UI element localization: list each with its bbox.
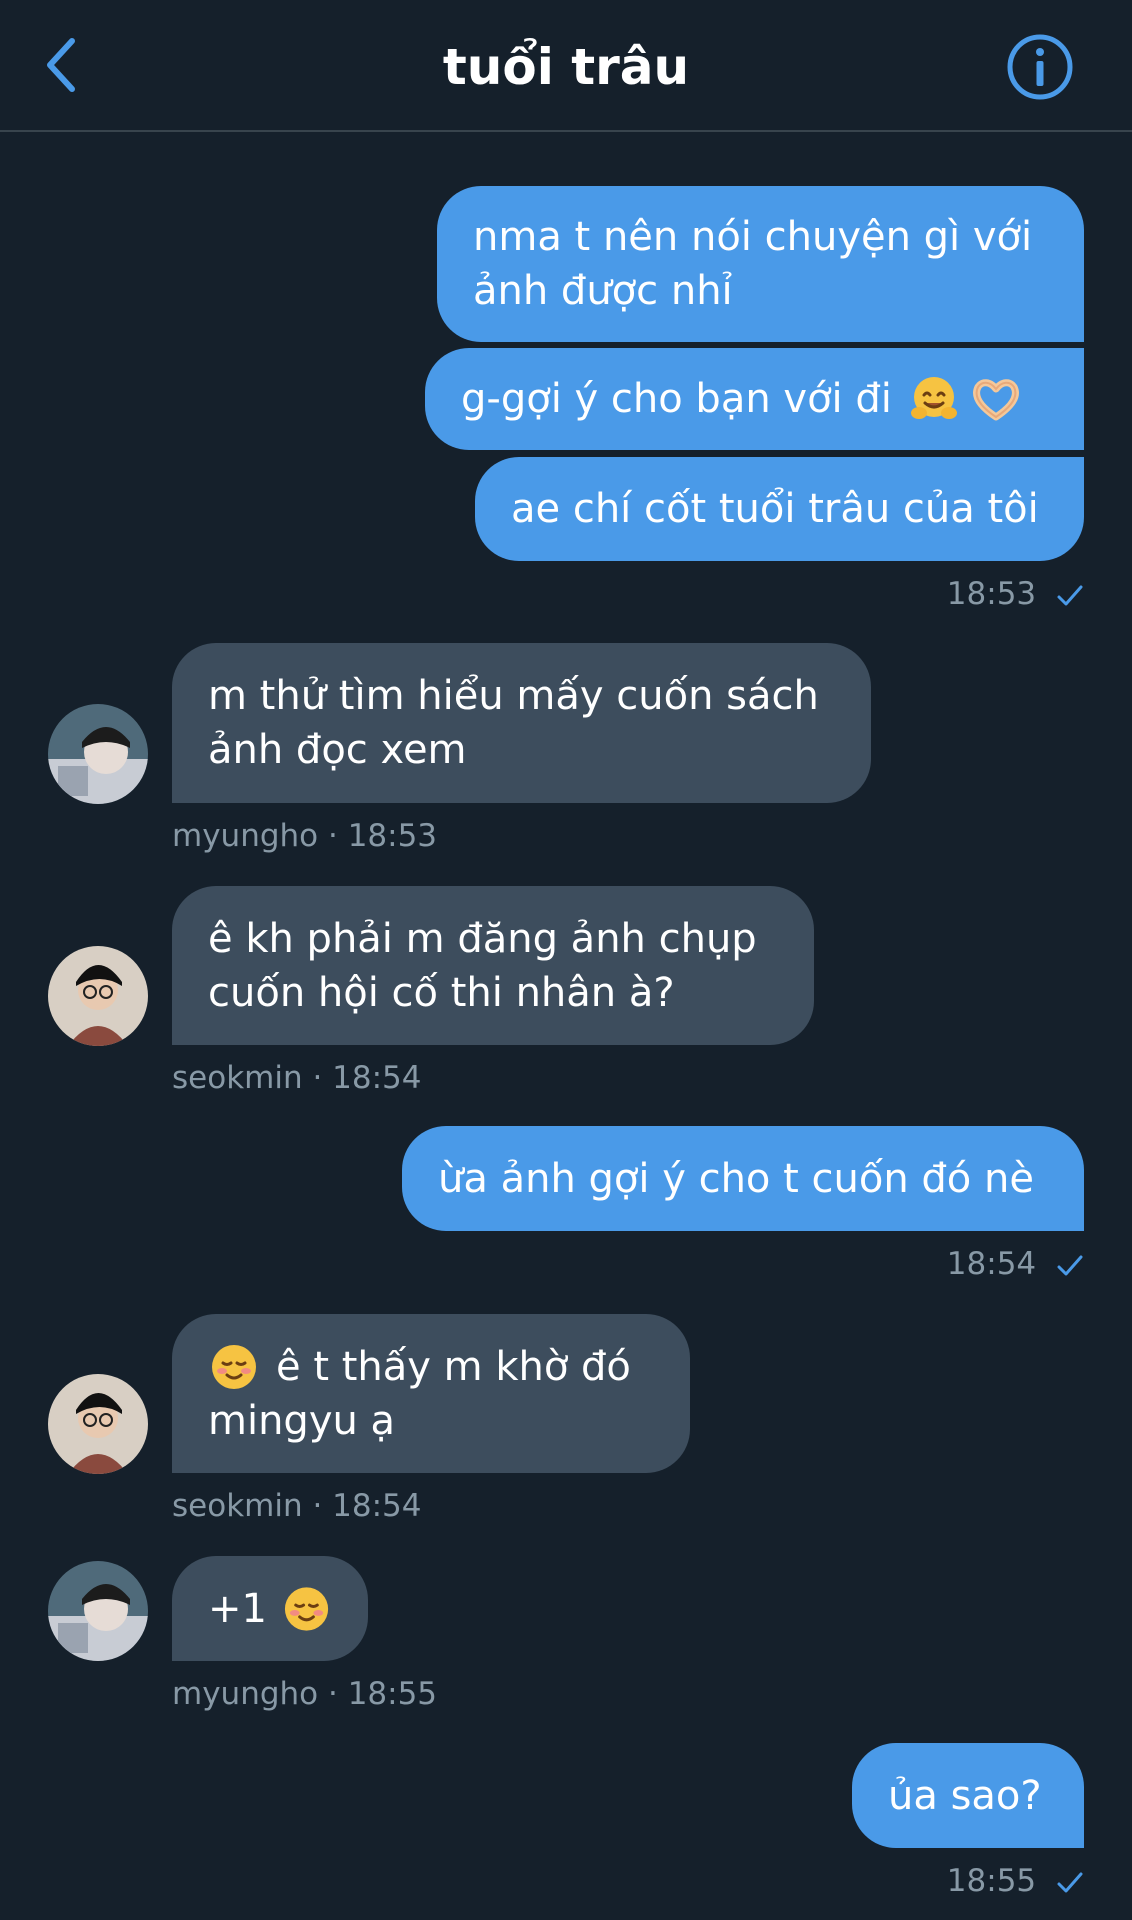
smiling-face-emoji (284, 1586, 329, 1631)
timestamp: 18:54 (946, 1246, 1037, 1282)
message-bubble-incoming[interactable]: ê kh phải m đăng ảnh chụp cuốn hội cố th… (172, 886, 814, 1045)
conversation-header: tuổi trâu (0, 0, 1132, 132)
message-bubble-outgoing[interactable]: ae chí cốt tuổi trâu của tôi (475, 457, 1084, 561)
message-text: g-gợi ý cho bạn với đi (461, 376, 892, 422)
timestamp: 18:55 (946, 1863, 1037, 1899)
message-text: ae chí cốt tuổi trâu của tôi (511, 486, 1039, 532)
message-meta: 18:54 (947, 1246, 1084, 1282)
message-row: +1 (208, 1582, 332, 1636)
message-meta: seokmin · 18:54 (172, 1060, 422, 1096)
message-bubble-outgoing[interactable]: ủa sao? (852, 1743, 1084, 1848)
message-line: cuốn hội cố thi nhân à? (208, 969, 675, 1016)
message-meta: 18:53 (947, 576, 1084, 612)
message-bubble-incoming[interactable]: ê t thấy m khờ đó mingyu ạ (172, 1314, 690, 1473)
check-icon (1057, 1872, 1083, 1892)
message-line: ảnh được nhỉ (473, 268, 733, 314)
check-icon (1057, 585, 1083, 605)
avatar[interactable] (48, 1374, 148, 1474)
message-line: mingyu ạ (208, 1397, 396, 1444)
message-line: ê t thấy m khờ đó (276, 1343, 631, 1390)
smiling-face-emoji (212, 1344, 256, 1389)
check-icon (1057, 1255, 1083, 1275)
message-bubble-outgoing[interactable]: nma t nên nói chuyện gì với ảnh được nhỉ (437, 186, 1084, 342)
avatar[interactable] (48, 704, 148, 804)
message-row: ê t thấy m khờ đó (208, 1340, 654, 1394)
avatar-image (48, 1374, 148, 1474)
message-text: ủa sao? (888, 1772, 1042, 1819)
timestamp: 18:53 (946, 576, 1037, 612)
message-meta: seokmin · 18:54 (172, 1488, 422, 1524)
info-button[interactable] (1005, 32, 1075, 102)
heart-hands-emoji (972, 379, 1019, 421)
message-text: ừa ảnh gợi ý cho t cuốn đó nè (438, 1155, 1034, 1202)
avatar-image (48, 704, 148, 804)
avatar[interactable] (48, 946, 148, 1046)
message-line: ảnh đọc xem (208, 727, 467, 773)
message-meta: myungho · 18:55 (172, 1676, 438, 1712)
avatar-image (48, 946, 148, 1046)
message-text: +1 (208, 1585, 267, 1632)
message-meta: 18:55 (947, 1863, 1084, 1899)
message-line: m thử tìm hiểu mấy cuốn sách (208, 673, 819, 719)
message-bubble-incoming[interactable]: +1 (172, 1556, 368, 1661)
conversation-title: tuổi trâu (442, 38, 690, 96)
avatar[interactable] (48, 1561, 148, 1661)
message-meta: myungho · 18:53 (172, 818, 438, 854)
message-line: nma t nên nói chuyện gì với (473, 214, 1033, 260)
message-row: g-gợi ý cho bạn với đi (461, 372, 1048, 426)
message-line: ê kh phải m đăng ảnh chụp (208, 915, 757, 962)
dm-conversation-screen: tuổi trâu nma t nên nói chuyện gì với ản… (0, 0, 1132, 1920)
message-bubble-incoming[interactable]: m thử tìm hiểu mấy cuốn sách ảnh đọc xem (172, 643, 871, 803)
hugging-face-emoji (910, 377, 957, 419)
avatar-image (48, 1561, 148, 1661)
info-icon (1007, 34, 1073, 100)
message-bubble-outgoing[interactable]: g-gợi ý cho bạn với đi (425, 348, 1084, 450)
message-bubble-outgoing[interactable]: ừa ảnh gợi ý cho t cuốn đó nè (402, 1126, 1084, 1231)
